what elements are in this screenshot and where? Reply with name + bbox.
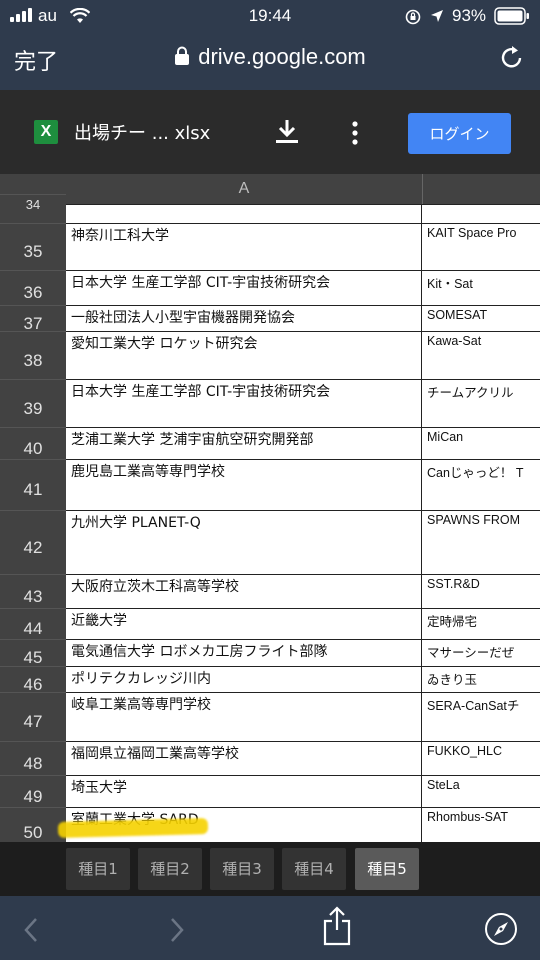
cell-team-school[interactable]: 大阪府立茨木工科高等学校 — [66, 575, 422, 608]
row-number[interactable]: 43 — [0, 574, 66, 608]
cell-team-school[interactable]: 芝浦工業大学 芝浦宇宙航空研究開発部 — [66, 428, 422, 459]
cell-team-school[interactable]: ポリテクカレッジ川内 — [66, 667, 422, 692]
table-row[interactable]: 日本大学 生産工学部 CIT-宇宙技術研究会 チームアクリル — [66, 379, 540, 427]
browser-bottom-toolbar — [0, 896, 540, 960]
cell-team-name[interactable]: FUKKO_HLC — [422, 742, 540, 775]
table-row[interactable]: 大阪府立茨木工科高等学校 SST.R&D — [66, 574, 540, 608]
table-row[interactable]: 芝浦工業大学 芝浦宇宙航空研究開発部 MiCan — [66, 427, 540, 459]
address-bar[interactable]: drive.google.com — [0, 44, 540, 70]
compass-icon[interactable] — [484, 912, 518, 946]
cell-team-name[interactable]: SERA-CanSatチ — [422, 693, 540, 741]
column-header-a[interactable]: A — [66, 174, 422, 204]
cell-team-name[interactable]: SteLa — [422, 776, 540, 807]
cell-team-name[interactable]: Kit・Sat — [422, 271, 540, 305]
cell-team-school[interactable]: 愛知工業大学 ロケット研究会 — [66, 332, 422, 379]
lock-icon — [175, 46, 190, 65]
url-text: drive.google.com — [198, 44, 366, 69]
row-header-column: 34 35 36 37 38 39 40 41 42 43 44 45 46 47 48 49 50 — [0, 194, 66, 842]
table-row[interactable]: ポリテクカレッジ川内 ゐきり玉 — [66, 666, 540, 692]
sheet-tab[interactable]: 種目1 — [66, 848, 130, 890]
table-row[interactable]: 電気通信大学 ロボメカ工房フライト部隊 マサーシーだぜ — [66, 639, 540, 666]
more-options-icon[interactable] — [350, 120, 360, 146]
status-bar: au 19:44 93% — [0, 0, 540, 32]
row-number[interactable]: 45 — [0, 639, 66, 667]
excel-file-icon: X — [34, 120, 58, 144]
cell-team-name[interactable]: Canじゃっど！ T — [422, 460, 540, 510]
cell-team-name[interactable]: Kawa-Sat — [422, 332, 540, 379]
download-icon[interactable] — [274, 118, 300, 146]
row-number[interactable]: 47 — [0, 692, 66, 741]
row-number[interactable]: 36 — [0, 270, 66, 305]
cell-team-school[interactable]: 一般社団法人小型宇宙機器開発協会 — [66, 306, 422, 331]
battery-percent: 93% — [452, 6, 487, 25]
cell-team-school[interactable]: 福岡県立福岡工業高等学校 — [66, 742, 422, 775]
location-arrow-icon — [431, 10, 443, 22]
table-row[interactable]: 神奈川工科大学 KAIT Space Pro — [66, 223, 540, 270]
row-number[interactable]: 38 — [0, 331, 66, 379]
row-number[interactable]: 49 — [0, 775, 66, 807]
cell-team-name[interactable]: マサーシーだぜ — [422, 640, 540, 666]
table-row[interactable]: 福岡県立福岡工業高等学校 FUKKO_HLC — [66, 741, 540, 775]
cell-team-name[interactable]: KAIT Space Pro — [422, 224, 540, 270]
cell-team-school[interactable]: 電気通信大学 ロボメカ工房フライト部隊 — [66, 640, 422, 666]
cell-team-school[interactable]: 岐阜工業高等専門学校 — [66, 693, 422, 741]
forward-icon[interactable] — [168, 916, 186, 944]
row-number[interactable]: 40 — [0, 427, 66, 459]
cell-team-name[interactable]: ゐきり玉 — [422, 667, 540, 692]
row-number[interactable]: 41 — [0, 459, 66, 510]
table-row[interactable]: 近畿大学 定時帰宅 — [66, 608, 540, 639]
cell-team-school[interactable]: 日本大学 生産工学部 CIT-宇宙技術研究会 — [66, 380, 422, 427]
sheet-tabs-bar: 種目1 種目2 種目3 種目4 種目5 — [0, 842, 540, 896]
row-number[interactable]: 35 — [0, 223, 66, 270]
table-row[interactable]: 岐阜工業高等専門学校 SERA-CanSatチ — [66, 692, 540, 741]
table-row[interactable]: 愛知工業大学 ロケット研究会 Kawa-Sat — [66, 331, 540, 379]
cell-team-name[interactable]: チームアクリル — [422, 380, 540, 427]
cell-team-school[interactable]: 埼玉大学 — [66, 776, 422, 807]
table-row[interactable]: 九州大学 PLANET-Q SPAWNS FROM — [66, 510, 540, 574]
browser-nav-bar: 完了 drive.google.com — [0, 32, 540, 90]
row-number[interactable]: 44 — [0, 608, 66, 639]
row-number[interactable]: 48 — [0, 741, 66, 775]
back-icon[interactable] — [22, 916, 40, 944]
table-row[interactable]: 日本大学 生産工学部 CIT-宇宙技術研究会 Kit・Sat — [66, 270, 540, 305]
sheet-tab[interactable]: 種目3 — [210, 848, 274, 890]
battery-icon — [494, 7, 529, 25]
sheet-tab[interactable]: 種目4 — [282, 848, 346, 890]
cell-team-school[interactable]: 神奈川工科大学 — [66, 224, 422, 270]
table-row[interactable]: 一般社団法人小型宇宙機器開発協会 SOMESAT — [66, 305, 540, 331]
cell-team-school[interactable]: 日本大学 生産工学部 CIT-宇宙技術研究会 — [66, 271, 422, 305]
spreadsheet-grid[interactable]: A 34 35 36 37 38 39 40 41 42 43 44 45 46 47 48 49 50 神奈川… — [0, 174, 540, 842]
sheet-tab[interactable]: 種目2 — [138, 848, 202, 890]
cell-team-school[interactable]: 近畿大学 — [66, 609, 422, 639]
sheet-tab[interactable]: 種目5 — [355, 848, 419, 890]
table-row[interactable]: 鹿児島工業高等専門学校 Canじゃっど！ T — [66, 459, 540, 510]
file-name: 出場チー ... xlsx — [74, 123, 211, 144]
cell-team-school[interactable]: 九州大学 PLANET-Q — [66, 511, 422, 574]
row-number[interactable]: 42 — [0, 510, 66, 574]
cell-team-name[interactable]: 定時帰宅 — [422, 609, 540, 639]
cell-team-school[interactable]: 鹿児島工業高等専門学校 — [66, 460, 422, 510]
column-header-bar: A — [0, 174, 540, 204]
table-row-partial[interactable] — [66, 204, 540, 223]
row-number[interactable]: 34 — [0, 194, 66, 213]
reload-icon[interactable] — [498, 44, 526, 72]
row-number[interactable]: 39 — [0, 379, 66, 427]
cell-team-name[interactable]: SOMESAT — [422, 306, 540, 331]
row-number[interactable]: 50 — [0, 807, 66, 842]
login-button[interactable]: ログイン — [408, 113, 511, 154]
cell-team-name[interactable]: SST.R&D — [422, 575, 540, 608]
orientation-lock-icon — [405, 9, 421, 25]
cell-team-name[interactable]: MiCan — [422, 428, 540, 459]
cell-team-name[interactable]: SPAWNS FROM — [422, 511, 540, 574]
row-number[interactable]: 46 — [0, 666, 66, 694]
table-row[interactable]: 埼玉大学 SteLa — [66, 775, 540, 807]
cell-team-name[interactable]: Rhombus-SAT — [422, 808, 540, 842]
share-icon[interactable] — [322, 906, 352, 946]
row-number[interactable]: 37 — [0, 305, 66, 333]
